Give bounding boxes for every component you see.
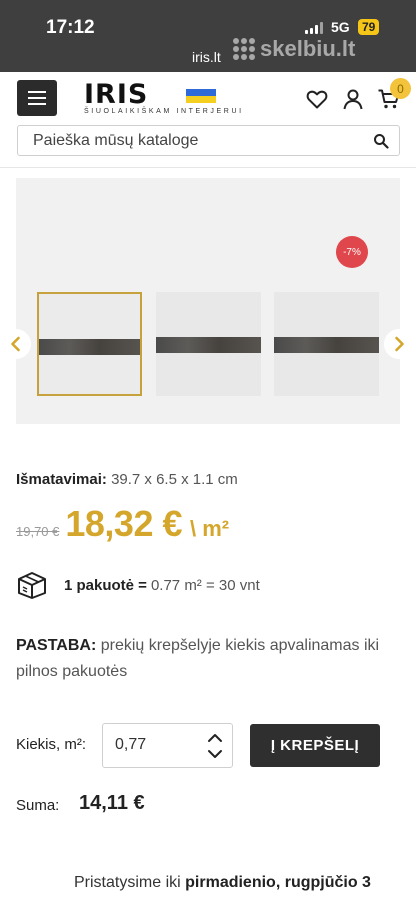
chevron-left-icon <box>11 336 20 352</box>
rounding-note: PASTABA: prekių krepšelyje kiekis apvali… <box>16 633 400 685</box>
dimensions: Išmatavimai: 39.7 x 6.5 x 1.1 cm <box>16 471 238 488</box>
tile-image <box>39 339 140 355</box>
logo-tagline: ŠIUOLAIKIŠKAM INTERJERUI <box>84 108 244 115</box>
add-to-cart-button[interactable]: Į KREPŠELĮ <box>250 724 380 767</box>
old-price: 19,70 € <box>16 524 60 539</box>
package-box-icon <box>18 572 46 599</box>
gallery-prev-button[interactable] <box>1 329 31 359</box>
package-value: 0.77 m² = 30 vnt <box>150 576 260 594</box>
network-label: 5G <box>331 19 350 35</box>
cart-count-badge: 0 <box>390 78 411 99</box>
delivery-prefix: Pristatysime iki <box>74 874 181 891</box>
chevron-right-icon <box>395 336 404 352</box>
watermark: skelbiu.lt <box>233 36 355 62</box>
url-host: iris.lt <box>192 49 221 65</box>
site-logo[interactable]: IRIS ŠIUOLAIKIŠKAM INTERJERUI <box>84 79 264 119</box>
current-price: 18,32 € <box>65 503 182 544</box>
delivery-info: Pristatysime iki pirmadienio, rugpjūčio … <box>74 874 371 892</box>
watermark-logo-icon <box>233 38 255 60</box>
clock: 17:12 <box>46 17 95 38</box>
user-icon[interactable] <box>341 87 365 111</box>
discount-badge: -7% <box>336 236 368 268</box>
watermark-text: skelbiu.lt <box>260 36 356 61</box>
battery-icon: 79 <box>358 19 380 35</box>
search-bar[interactable] <box>17 125 400 156</box>
logo-wordmark: IRIS <box>84 79 149 110</box>
tile-image <box>274 337 379 353</box>
header-divider <box>0 167 416 168</box>
gallery-next-button[interactable] <box>384 329 414 359</box>
note-label: PASTABA: <box>16 637 97 654</box>
sum-value: 14,11 € <box>79 792 145 814</box>
quantity-label: Kiekis, m²: <box>16 736 87 753</box>
status-bar: 17:12 5G 79 iris.lt skelbiu.lt <box>0 0 416 72</box>
price-unit: \ m² <box>190 516 230 541</box>
search-icon[interactable] <box>373 133 389 149</box>
gallery-thumbnail[interactable] <box>274 292 379 396</box>
ukraine-flag-icon <box>186 89 216 103</box>
dimensions-value: 39.7 x 6.5 x 1.1 cm <box>111 471 238 488</box>
dimensions-label: Išmatavimai: <box>16 471 107 488</box>
signal-icon <box>305 22 323 34</box>
gallery-thumbnail[interactable] <box>37 292 142 396</box>
package-label: 1 pakuotė = <box>64 576 147 594</box>
gallery-thumbnail[interactable] <box>156 292 261 396</box>
delivery-date: pirmadienio, rugpjūčio 3 <box>185 874 371 891</box>
price-row: 19,70 € 18,32 € \ m² <box>16 503 229 545</box>
tile-image <box>156 337 261 353</box>
search-input[interactable] <box>33 131 353 150</box>
menu-icon <box>28 91 46 93</box>
quantity-input[interactable] <box>115 736 195 754</box>
stepper-arrows-icon[interactable] <box>206 730 224 762</box>
quantity-stepper[interactable] <box>102 723 233 768</box>
menu-button[interactable] <box>17 80 57 116</box>
heart-icon[interactable] <box>305 87 329 111</box>
sum-label: Suma: <box>16 797 60 814</box>
package-info: 1 pakuotė = 0.77 m² = 30 vnt <box>16 570 260 600</box>
